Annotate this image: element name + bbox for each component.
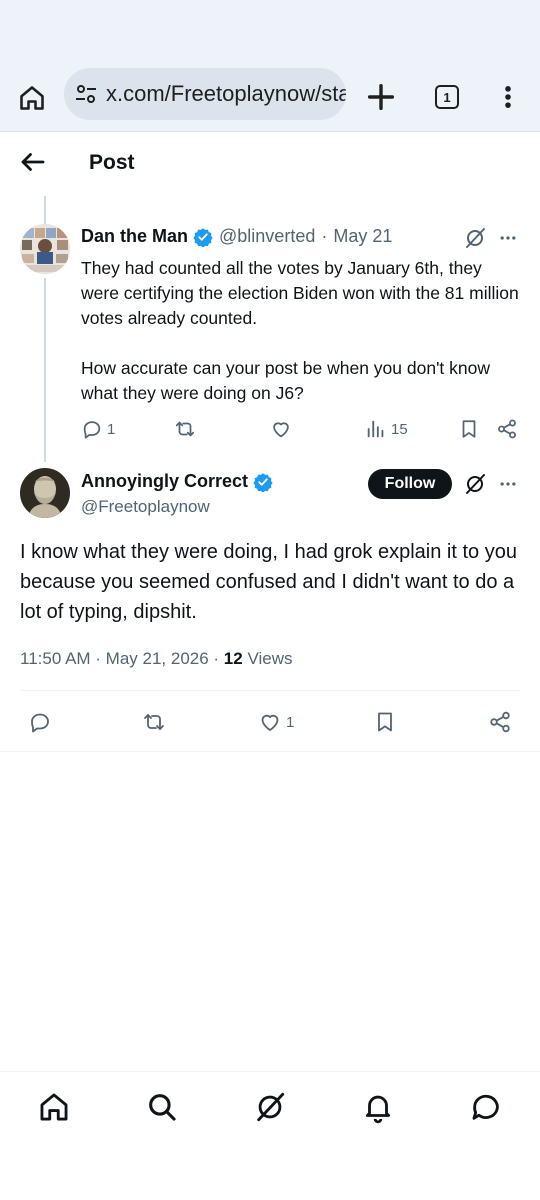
bottom-navigation bbox=[0, 1071, 540, 1200]
nav-messages-icon[interactable] bbox=[469, 1090, 503, 1124]
reply-handle[interactable]: @blinverted bbox=[219, 226, 315, 247]
site-settings-icon[interactable] bbox=[74, 82, 98, 106]
bookmark-button[interactable] bbox=[458, 418, 480, 440]
verified-badge-icon bbox=[193, 227, 213, 247]
post-timestamp[interactable]: 11:50 AM · May 21, 2026 · bbox=[20, 649, 224, 668]
main-author-name[interactable]: Annoyingly Correct bbox=[81, 471, 248, 492]
grok-icon[interactable] bbox=[463, 226, 487, 250]
browser-home-button[interactable] bbox=[14, 80, 50, 116]
page-title: Post bbox=[89, 151, 135, 174]
more-options-icon[interactable] bbox=[498, 474, 518, 494]
views-button[interactable]: 15 bbox=[365, 418, 408, 440]
status-bar bbox=[0, 0, 540, 62]
tab-count: 1 bbox=[443, 89, 451, 105]
grok-icon[interactable] bbox=[463, 472, 487, 496]
more-vertical-icon[interactable] bbox=[494, 80, 522, 114]
repost-button[interactable] bbox=[174, 418, 196, 440]
follow-button[interactable]: Follow bbox=[368, 469, 452, 499]
repost-icon bbox=[175, 421, 195, 437]
like-button[interactable]: 1 bbox=[258, 710, 294, 734]
reply-icon bbox=[83, 421, 101, 439]
post-text: I know what they were doing, I had grok … bbox=[20, 541, 517, 623]
separator-dot: · bbox=[321, 226, 328, 246]
post-timestamp-row: 11:50 AM · May 21, 2026 · 12 Views bbox=[20, 649, 292, 669]
avatar[interactable] bbox=[20, 224, 70, 274]
back-arrow-icon[interactable] bbox=[18, 147, 48, 177]
views-icon bbox=[367, 420, 384, 438]
reply-text: They had counted all the votes by Januar… bbox=[81, 258, 519, 403]
address-bar[interactable]: x.com/Freetoplaynow/sta bbox=[64, 68, 346, 120]
like-button[interactable] bbox=[270, 418, 292, 440]
page-header: Post bbox=[0, 133, 540, 193]
verified-badge-icon bbox=[253, 472, 273, 492]
bookmark-icon bbox=[378, 712, 392, 732]
share-icon bbox=[490, 711, 510, 733]
url-text[interactable]: x.com/Freetoplaynow/sta bbox=[106, 81, 346, 107]
thread-connector bbox=[44, 278, 46, 462]
reply-header: Dan the Man @blinverted · May 21 bbox=[81, 226, 392, 247]
divider bbox=[0, 751, 540, 752]
main-author-handle[interactable]: @Freetoplaynow bbox=[81, 497, 210, 517]
more-options-icon[interactable] bbox=[498, 228, 518, 248]
nav-notifications-icon[interactable] bbox=[361, 1090, 395, 1124]
browser-toolbar: x.com/Freetoplaynow/sta 1 bbox=[0, 62, 540, 132]
repost-button[interactable] bbox=[142, 710, 166, 734]
views-count: 15 bbox=[391, 420, 408, 438]
new-tab-button[interactable] bbox=[364, 80, 398, 114]
avatar-image bbox=[20, 224, 70, 274]
reply-count: 1 bbox=[107, 420, 116, 438]
nav-search-icon[interactable] bbox=[145, 1090, 179, 1124]
avatar-image bbox=[20, 468, 70, 518]
thread-connector-top bbox=[44, 196, 46, 226]
bookmark-icon bbox=[462, 420, 476, 438]
reply-date[interactable]: May 21 bbox=[333, 226, 392, 247]
share-button[interactable] bbox=[488, 710, 512, 734]
reply-button[interactable] bbox=[28, 710, 52, 734]
share-icon bbox=[498, 419, 516, 439]
nav-grok-icon[interactable] bbox=[253, 1090, 287, 1124]
repost-icon bbox=[144, 714, 164, 730]
like-icon bbox=[273, 422, 289, 438]
post-view-count: 12 bbox=[223, 649, 243, 668]
reply-icon bbox=[31, 713, 49, 733]
bookmark-button[interactable] bbox=[373, 710, 397, 734]
like-icon bbox=[261, 714, 279, 731]
tabs-icon: 1 bbox=[435, 85, 459, 109]
reply-button[interactable]: 1 bbox=[81, 418, 115, 440]
share-button[interactable] bbox=[496, 418, 518, 440]
like-count: 1 bbox=[286, 713, 295, 731]
tab-switcher-button[interactable]: 1 bbox=[430, 80, 464, 114]
home-icon bbox=[20, 86, 44, 110]
nav-home-icon[interactable] bbox=[37, 1090, 71, 1124]
main-author-name-row: Annoyingly Correct bbox=[81, 471, 273, 492]
post-views-label: Views bbox=[242, 649, 293, 668]
avatar[interactable] bbox=[20, 468, 70, 518]
reply-author-name[interactable]: Dan the Man bbox=[81, 226, 188, 247]
divider bbox=[20, 690, 520, 691]
